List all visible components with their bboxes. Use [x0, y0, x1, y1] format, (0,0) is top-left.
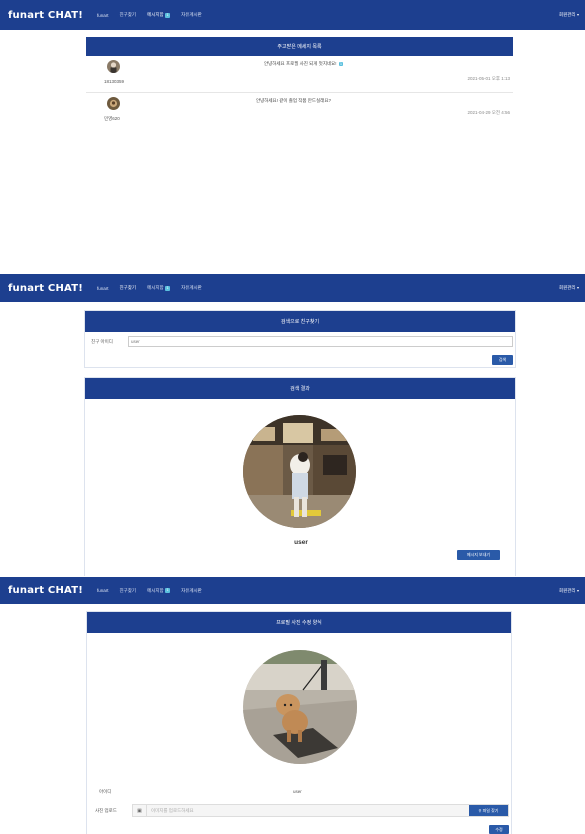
nav-messages-label: 메시지함 [147, 285, 164, 290]
message-text-content: 안녕하세요 프로필 사진 되게 멋지네요! [264, 61, 337, 66]
avatar [107, 97, 120, 110]
brand-logo[interactable]: funart CHAT! [8, 585, 83, 596]
nav-messages-label: 메시지함 [147, 12, 164, 17]
screenshot-friend-search: funart CHAT! funart 친구찾기 메시지함 1 자유게시판 회원관… [0, 274, 585, 576]
search-button[interactable]: 검색 [492, 355, 513, 365]
search-panel: 검색으로 친구찾기 친구 아이디 검색 [84, 310, 516, 368]
nav-messages[interactable]: 메시지함 1 [147, 12, 171, 18]
message-row[interactable]: 민영620 안녕하세요! 같이 졸업 작품 만드실래요? 2021-04-29 … [86, 92, 513, 128]
profile-photo [243, 650, 357, 764]
avatar [107, 60, 120, 73]
user-menu-label: 회원관리 [558, 12, 576, 17]
message-text: 안녕하세요! 같이 졸업 작품 만드실래요? [256, 98, 331, 103]
upload-label: 사진 업로드 [95, 808, 117, 813]
navbar: funart CHAT! funart 친구찾기 메시지함 1 자유게시판 회원관… [0, 0, 585, 30]
send-message-button[interactable]: 메시지 보내기 [457, 550, 500, 560]
search-panel-title: 검색으로 친구찾기 [85, 311, 515, 332]
result-panel-title: 검색 결과 [85, 378, 515, 399]
upload-placeholder[interactable]: 이미지를 업로드하세요 [147, 805, 469, 816]
user-menu[interactable]: 회원관리 [559, 285, 579, 291]
profile-edit-panel: 프로필 사진 수정 양식 아이디 user 사진 업로드 ▣ 이미지를 업로드하… [86, 611, 512, 834]
nav-board[interactable]: 자유게시판 [181, 12, 202, 18]
friend-id-input[interactable] [128, 336, 513, 347]
profile-photo [243, 415, 356, 528]
user-menu[interactable]: 회원관리 [559, 588, 579, 594]
messages-panel-title: 주고받은 메세지 목록 [86, 37, 513, 56]
user-menu[interactable]: 회원관리 [559, 12, 579, 18]
friend-id-label: 친구 아이디 [91, 339, 113, 344]
image-icon: ▣ [133, 805, 147, 816]
sender-id: 18130359 [104, 79, 125, 84]
message-time: 2021-05-01 오후 1:13 [467, 76, 510, 81]
nav-messages-label: 메시지함 [147, 587, 164, 593]
message-time: 2021-04-29 오전 4:56 [467, 110, 510, 115]
messages-panel: 주고받은 메세지 목록 18130359 안녕하세요 프로필 사진 되게 멋지네… [86, 37, 513, 129]
navbar: funart CHAT! funart 친구찾기 메시지함 1 자유게시판 회원관… [0, 577, 585, 604]
nav-home[interactable]: funart [97, 286, 109, 291]
id-value: user [293, 789, 302, 794]
unread-badge: 1 [165, 12, 171, 18]
sender-id: 민영620 [104, 116, 120, 121]
nav-home[interactable]: funart [97, 588, 109, 593]
nav-board[interactable]: 자유게시판 [181, 285, 202, 291]
nav-board[interactable]: 자유게시판 [181, 588, 202, 594]
result-panel: 검색 결과 user 메시지 보내기 [84, 377, 516, 576]
caret-down-icon [577, 287, 579, 289]
find-file-button[interactable]: ⚲ 파일 찾기 [469, 805, 508, 816]
screenshot-message-list: funart CHAT! funart 친구찾기 메시지함 1 자유게시판 회원관… [0, 0, 585, 140]
screenshot-profile-edit: funart CHAT! funart 친구찾기 메시지함 1 자유게시판 회원관… [0, 577, 585, 834]
caret-down-icon [577, 589, 579, 592]
user-menu-label: 회원관리 [558, 285, 576, 290]
unread-badge: 1 [165, 588, 171, 593]
find-file-label: 파일 찾기 [482, 807, 499, 813]
message-row[interactable]: 18130359 안녕하세요 프로필 사진 되게 멋지네요! 1 2021-05-… [86, 56, 513, 91]
brand-logo[interactable]: funart CHAT! [8, 283, 83, 294]
new-message-badge: 1 [338, 62, 344, 66]
unread-badge: 1 [165, 285, 171, 291]
caret-down-icon [577, 14, 579, 16]
id-label: 아이디 [99, 789, 112, 794]
profile-edit-title: 프로필 사진 수정 양식 [87, 612, 511, 633]
brand-logo[interactable]: funart CHAT! [8, 10, 83, 21]
navbar: funart CHAT! funart 친구찾기 메시지함 1 자유게시판 회원관… [0, 274, 585, 302]
result-username: user [294, 539, 308, 546]
user-menu-label: 회원관리 [558, 587, 576, 593]
nav-find-friends[interactable]: 친구찾기 [120, 588, 137, 594]
submit-button[interactable]: 수정 [489, 825, 509, 834]
nav-messages[interactable]: 메시지함 1 [147, 587, 171, 594]
nav-messages[interactable]: 메시지함 1 [147, 285, 171, 291]
nav-find-friends[interactable]: 친구찾기 [120, 285, 137, 291]
file-upload-group[interactable]: ▣ 이미지를 업로드하세요 ⚲ 파일 찾기 [132, 804, 509, 817]
nav-find-friends[interactable]: 친구찾기 [120, 12, 137, 18]
nav-home[interactable]: funart [97, 13, 109, 18]
message-text: 안녕하세요 프로필 사진 되게 멋지네요! 1 [264, 61, 344, 67]
